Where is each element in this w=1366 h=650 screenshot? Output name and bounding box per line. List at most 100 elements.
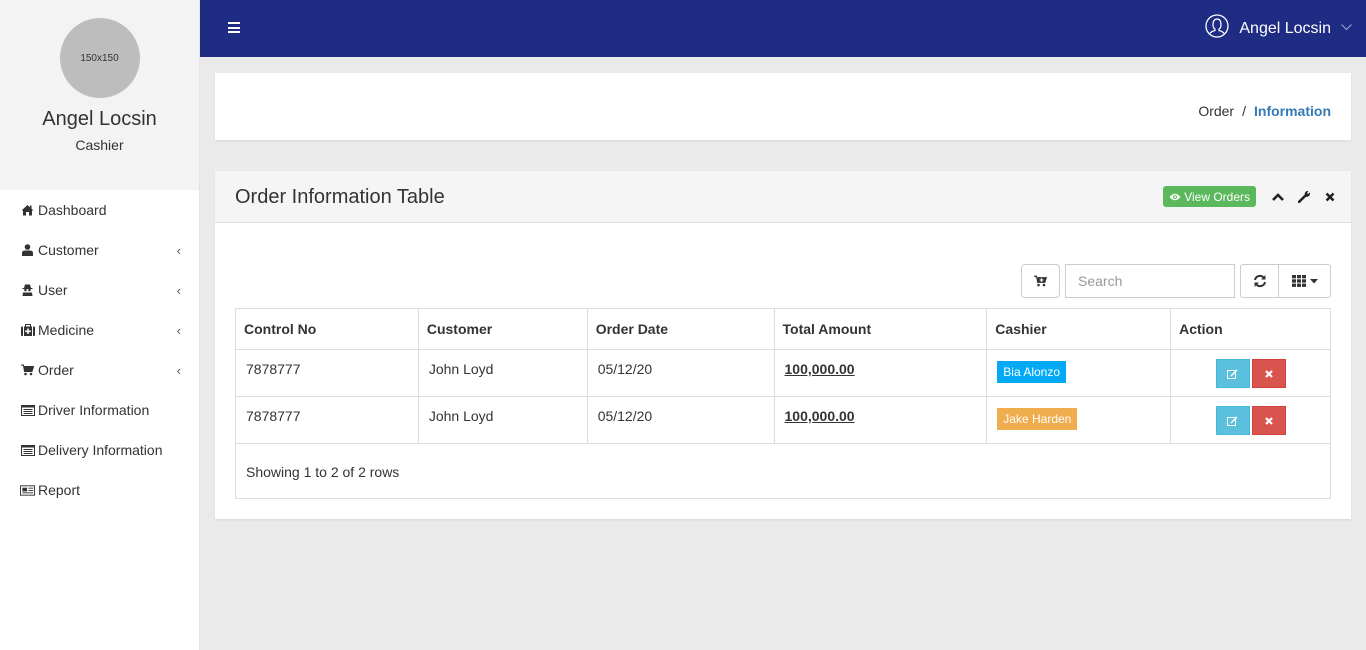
panel-settings-button[interactable] xyxy=(1298,190,1311,203)
close-panel-button[interactable] xyxy=(1325,192,1335,202)
table-actions-group xyxy=(1240,264,1331,298)
home-icon xyxy=(20,204,35,216)
breadcrumb: Order / Information xyxy=(1198,103,1331,119)
topbar: Angel Locsin xyxy=(200,0,1366,57)
user-icon xyxy=(20,244,35,256)
cart-icon xyxy=(20,364,35,376)
cell-customer: John Loyd xyxy=(417,396,588,444)
sidebar-item-label: Dashboard xyxy=(38,202,107,218)
column-header-customer[interactable]: Customer xyxy=(417,308,588,350)
eye-icon xyxy=(1169,190,1181,204)
wrench-icon xyxy=(1298,191,1311,203)
sidebar-item-label: Delivery Information xyxy=(38,442,163,458)
edit-icon xyxy=(1227,369,1238,379)
edit-icon xyxy=(1227,416,1238,426)
grid-icon xyxy=(1291,275,1306,287)
newspaper-icon xyxy=(20,484,35,496)
panel-tools: View Orders xyxy=(1163,186,1335,207)
table-footer-row: Showing 1 to 2 of 2 rows xyxy=(235,443,1331,499)
breadcrumb-panel: Order / Information xyxy=(215,73,1351,140)
user-circle-icon xyxy=(1205,14,1230,43)
edit-button[interactable] xyxy=(1215,359,1250,388)
column-header-total-amount[interactable]: Total Amount xyxy=(773,308,988,350)
close-icon xyxy=(1264,416,1273,425)
avatar: 150x150 xyxy=(59,18,140,98)
profile-section: 150x150 Angel Locsin Cashier xyxy=(0,0,199,190)
cell-actions xyxy=(1170,396,1331,444)
topbar-user-name: Angel Locsin xyxy=(1239,19,1331,37)
user-secret-icon xyxy=(20,284,35,296)
medkit-icon xyxy=(20,324,35,336)
breadcrumb-item-current: Information xyxy=(1254,103,1331,119)
sidebar-item-user[interactable]: User ‹ xyxy=(0,270,199,310)
cell-total-amount: 100,000.00 xyxy=(773,349,988,397)
hamburger-bar xyxy=(228,22,240,24)
cashier-badge: Bia Alonzo xyxy=(997,361,1067,383)
column-header-order-date[interactable]: Order Date xyxy=(586,308,775,350)
cell-total-amount: 100,000.00 xyxy=(773,396,988,444)
hamburger-bar xyxy=(228,26,240,29)
list-alt-icon xyxy=(20,404,35,416)
cart-plus-icon xyxy=(1034,275,1047,287)
chevron-left-icon: ‹ xyxy=(176,322,181,338)
edit-button[interactable] xyxy=(1215,406,1250,435)
table-row: 7878777 John Loyd 05/12/20 100,000.00 Bi… xyxy=(235,349,1331,397)
sidebar-item-label: Order xyxy=(38,362,74,378)
refresh-button[interactable] xyxy=(1240,264,1279,298)
total-amount-link[interactable]: 100,000.00 xyxy=(785,408,855,424)
cell-customer: John Loyd xyxy=(417,349,588,397)
close-icon xyxy=(1325,192,1335,201)
panel-header: Order Information Table View Orders xyxy=(215,171,1351,223)
profile-name: Angel Locsin xyxy=(42,108,157,130)
panel-title: Order Information Table xyxy=(235,186,445,208)
sidebar-item-label: Medicine xyxy=(38,322,95,338)
avatar-placeholder-text: 150x150 xyxy=(80,52,119,64)
chevron-left-icon: ‹ xyxy=(176,282,181,298)
view-orders-label: View Orders xyxy=(1184,189,1250,204)
cell-cashier: Jake Harden xyxy=(986,396,1172,444)
sidebar-item-report[interactable]: Report xyxy=(0,470,199,510)
collapse-panel-button[interactable] xyxy=(1272,192,1284,201)
delete-button[interactable] xyxy=(1251,359,1286,388)
hamburger-bar xyxy=(228,31,240,33)
chevron-down-icon xyxy=(1341,23,1352,34)
table-toolbar xyxy=(1021,264,1331,298)
refresh-icon xyxy=(1253,274,1266,288)
chevron-up-icon xyxy=(1272,192,1284,201)
sidebar-item-order[interactable]: Order ‹ xyxy=(0,350,199,390)
chevron-left-icon: ‹ xyxy=(176,362,181,378)
cashier-badge: Jake Harden xyxy=(997,408,1078,430)
sidebar-item-delivery-information[interactable]: Delivery Information xyxy=(0,430,199,470)
delete-button[interactable] xyxy=(1251,406,1286,435)
menu-toggle-button[interactable] xyxy=(228,22,240,33)
sidebar-item-medicine[interactable]: Medicine ‹ xyxy=(0,310,199,350)
table-header-row: Control No Customer Order Date Total Amo… xyxy=(235,308,1331,350)
table-row: 7878777 John Loyd 05/12/20 100,000.00 Ja… xyxy=(235,396,1331,444)
sidebar-item-driver-information[interactable]: Driver Information xyxy=(0,390,199,430)
cell-control-no: 7878777 xyxy=(235,349,419,397)
search-input[interactable] xyxy=(1065,264,1235,298)
sidebar-item-customer[interactable]: Customer ‹ xyxy=(0,230,199,270)
column-header-cashier[interactable]: Cashier xyxy=(986,308,1172,350)
order-information-panel: Order Information Table View Orders Sear… xyxy=(215,171,1351,519)
sidebar-item-label: User xyxy=(38,282,68,298)
sidebar-item-dashboard[interactable]: Dashboard xyxy=(0,190,199,230)
user-menu-dropdown[interactable]: Angel Locsin xyxy=(1205,14,1352,43)
breadcrumb-separator: / xyxy=(1242,103,1246,119)
sidebar-item-label: Driver Information xyxy=(38,402,150,418)
list-alt-icon xyxy=(20,444,35,456)
cell-control-no: 7878777 xyxy=(235,396,419,444)
caret-down-icon xyxy=(1309,278,1318,283)
view-orders-button[interactable]: View Orders xyxy=(1163,186,1256,207)
cell-order-date: 05/12/20 xyxy=(586,349,775,397)
cell-order-date: 05/12/20 xyxy=(586,396,775,444)
cell-cashier: Bia Alonzo xyxy=(986,349,1172,397)
total-amount-link[interactable]: 100,000.00 xyxy=(785,361,855,377)
add-to-cart-button[interactable] xyxy=(1021,264,1060,298)
columns-toggle-button[interactable] xyxy=(1279,264,1331,298)
orders-table: Control No Customer Order Date Total Amo… xyxy=(235,308,1331,499)
column-header-control-no[interactable]: Control No xyxy=(235,308,419,350)
close-icon xyxy=(1264,369,1273,378)
column-header-action: Action xyxy=(1170,308,1331,350)
breadcrumb-item-order[interactable]: Order xyxy=(1198,103,1234,119)
